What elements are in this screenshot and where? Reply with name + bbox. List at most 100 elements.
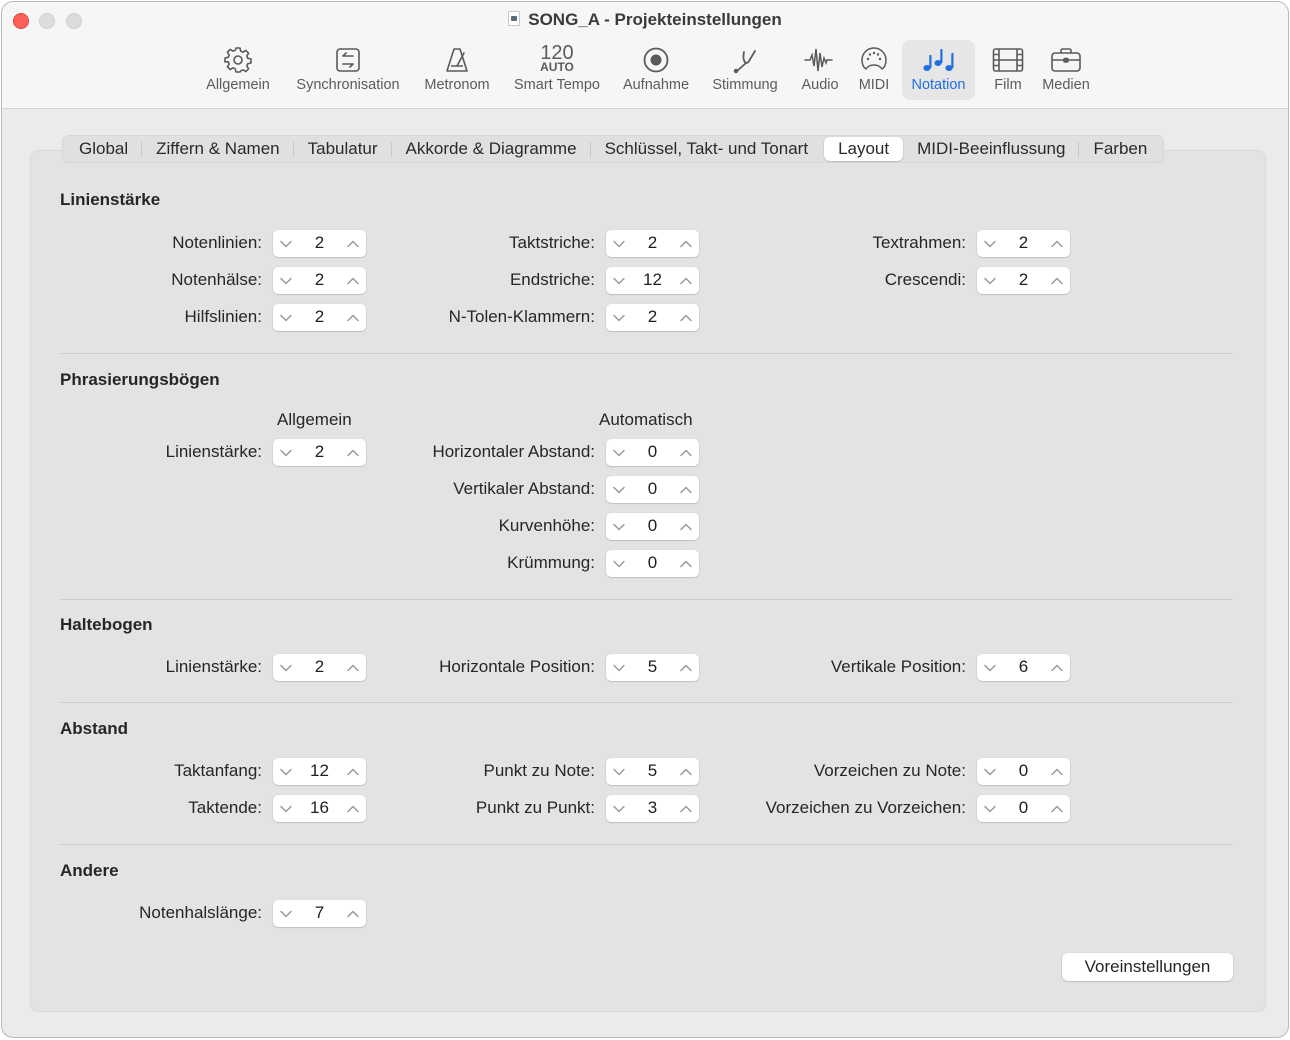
- decrement-button[interactable]: [606, 439, 632, 466]
- stepper-value[interactable]: 12: [632, 270, 673, 290]
- decrement-button[interactable]: [273, 304, 299, 331]
- section-title-phrasierungsboegen: Phrasierungsbögen: [60, 370, 220, 389]
- decrement-button[interactable]: [606, 230, 632, 257]
- toolbar-item-smart-tempo[interactable]: 120 AUTO Smart Tempo: [506, 40, 608, 100]
- increment-button[interactable]: [340, 900, 366, 927]
- increment-button[interactable]: [340, 758, 366, 785]
- stepper-value[interactable]: 16: [299, 798, 340, 818]
- decrement-button[interactable]: [977, 230, 1003, 257]
- stepper-value[interactable]: 12: [299, 761, 340, 781]
- increment-button[interactable]: [340, 304, 366, 331]
- increment-button[interactable]: [1044, 267, 1070, 294]
- stepper-value[interactable]: 7: [299, 903, 340, 923]
- toolbar-item-notation[interactable]: Notation: [902, 40, 975, 100]
- increment-button[interactable]: [673, 513, 699, 540]
- decrement-button[interactable]: [273, 230, 299, 257]
- increment-button[interactable]: [673, 304, 699, 331]
- field-crescendi: Crescendi: 2: [740, 267, 1070, 294]
- increment-button[interactable]: [340, 795, 366, 822]
- toolbar-item-metronom[interactable]: Metronom: [418, 40, 496, 100]
- increment-button[interactable]: [673, 230, 699, 257]
- hilfslinien-stepper: 2: [273, 304, 366, 331]
- stepper-value[interactable]: 2: [299, 442, 340, 462]
- stepper-value[interactable]: 2: [299, 270, 340, 290]
- stepper-value[interactable]: 0: [1003, 798, 1044, 818]
- stepper-value[interactable]: 0: [1003, 761, 1044, 781]
- increment-button[interactable]: [673, 267, 699, 294]
- field-label: Taktstriche:: [509, 233, 595, 252]
- increment-button[interactable]: [1044, 230, 1070, 257]
- stepper-value[interactable]: 3: [632, 798, 673, 818]
- stepper-value[interactable]: 0: [632, 442, 673, 462]
- decrement-button[interactable]: [273, 654, 299, 681]
- increment-button[interactable]: [340, 230, 366, 257]
- stepper-value[interactable]: 2: [1003, 270, 1044, 290]
- toolbar-item-film[interactable]: Film: [986, 40, 1030, 100]
- increment-button[interactable]: [340, 267, 366, 294]
- tab-farben[interactable]: Farben: [1079, 137, 1161, 161]
- increment-button[interactable]: [673, 654, 699, 681]
- toolbar-item-midi[interactable]: MIDI: [852, 40, 896, 100]
- decrement-button[interactable]: [606, 267, 632, 294]
- increment-button[interactable]: [673, 476, 699, 503]
- tab-tabulatur[interactable]: Tabulatur: [294, 137, 392, 161]
- decrement-button[interactable]: [977, 267, 1003, 294]
- stepper-value[interactable]: 2: [1003, 233, 1044, 253]
- stepper-value[interactable]: 5: [632, 761, 673, 781]
- stepper-value[interactable]: 2: [299, 307, 340, 327]
- tab-schluessel-takt-tonart[interactable]: Schlüssel, Takt- und Tonart: [591, 137, 823, 161]
- stepper-value[interactable]: 2: [632, 307, 673, 327]
- increment-button[interactable]: [1044, 654, 1070, 681]
- stepper-value[interactable]: 0: [632, 479, 673, 499]
- decrement-button[interactable]: [606, 550, 632, 577]
- stepper-value[interactable]: 6: [1003, 657, 1044, 677]
- toolbar-item-allgemein[interactable]: Allgemein: [200, 40, 276, 100]
- decrement-button[interactable]: [273, 795, 299, 822]
- increment-button[interactable]: [673, 439, 699, 466]
- decrement-button[interactable]: [606, 476, 632, 503]
- decrement-button[interactable]: [606, 513, 632, 540]
- increment-button[interactable]: [673, 795, 699, 822]
- stepper-value[interactable]: 0: [632, 553, 673, 573]
- decrement-button[interactable]: [977, 758, 1003, 785]
- field-label: Vorzeichen zu Note:: [813, 761, 966, 780]
- increment-button[interactable]: [340, 439, 366, 466]
- field-textrahmen: Textrahmen: 2: [740, 230, 1070, 257]
- toolbar-item-audio[interactable]: Audio: [794, 40, 846, 100]
- increment-button[interactable]: [673, 758, 699, 785]
- field-label: Punkt zu Note:: [483, 761, 595, 780]
- toolbar-item-synchronisation[interactable]: Synchronisation: [288, 40, 408, 100]
- increment-button[interactable]: [673, 550, 699, 577]
- toolbar-item-aufnahme[interactable]: Aufnahme: [616, 40, 696, 100]
- tab-layout[interactable]: Layout: [824, 137, 904, 161]
- decrement-button[interactable]: [273, 439, 299, 466]
- decrement-button[interactable]: [977, 654, 1003, 681]
- stepper-value[interactable]: 0: [632, 516, 673, 536]
- stepper-value[interactable]: 2: [299, 657, 340, 677]
- decrement-button[interactable]: [273, 900, 299, 927]
- stepper-value[interactable]: 5: [632, 657, 673, 677]
- increment-button[interactable]: [340, 654, 366, 681]
- decrement-button[interactable]: [606, 304, 632, 331]
- stepper-value[interactable]: 2: [632, 233, 673, 253]
- increment-button[interactable]: [1044, 758, 1070, 785]
- field-vertikale-position: Vertikale Position: 6: [740, 654, 1070, 681]
- presets-button[interactable]: Voreinstellungen: [1062, 953, 1233, 981]
- n-tolen-klammern-stepper: 2: [606, 304, 699, 331]
- tab-ziffern-namen[interactable]: Ziffern & Namen: [142, 137, 295, 161]
- tab-akkorde-diagramme[interactable]: Akkorde & Diagramme: [392, 137, 591, 161]
- tab-global[interactable]: Global: [65, 137, 143, 161]
- decrement-button[interactable]: [606, 758, 632, 785]
- decrement-button[interactable]: [273, 267, 299, 294]
- stepper-value[interactable]: 2: [299, 233, 340, 253]
- crescendi-stepper: 2: [977, 267, 1070, 294]
- horizontale-position-stepper: 5: [606, 654, 699, 681]
- decrement-button[interactable]: [273, 758, 299, 785]
- decrement-button[interactable]: [606, 795, 632, 822]
- decrement-button[interactable]: [606, 654, 632, 681]
- decrement-button[interactable]: [977, 795, 1003, 822]
- increment-button[interactable]: [1044, 795, 1070, 822]
- tab-midi-beeinflussung[interactable]: MIDI-Beeinflussung: [903, 137, 1080, 161]
- toolbar-item-stimmung[interactable]: Stimmung: [705, 40, 785, 100]
- toolbar-item-medien[interactable]: Medien: [1036, 40, 1096, 100]
